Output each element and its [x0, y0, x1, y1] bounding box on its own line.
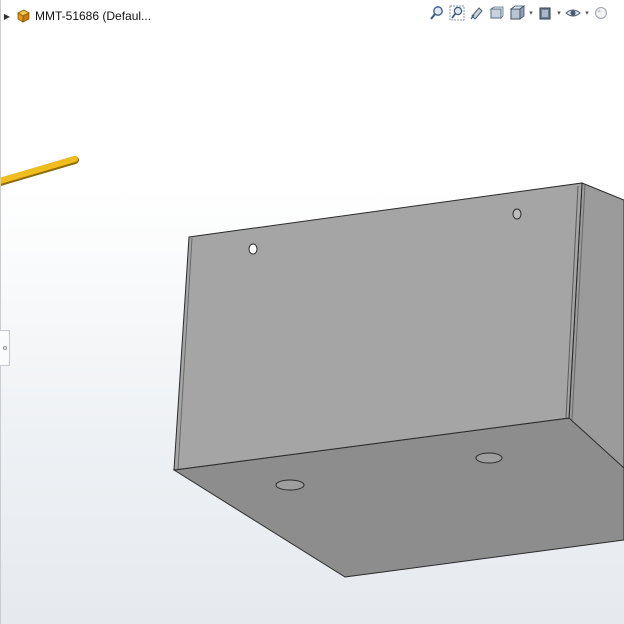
hide-show-items-icon[interactable] — [564, 4, 582, 22]
view-orientation-dropdown-icon[interactable]: ▾ — [528, 9, 534, 17]
graphics-viewport[interactable]: ▶ MMT-51686 (Defaul... ▾ ▾ ▾ — [0, 0, 624, 624]
mounting-hole[interactable] — [248, 243, 258, 255]
edit-appearance-icon[interactable] — [592, 4, 610, 22]
display-style-icon[interactable] — [536, 4, 554, 22]
panel-divider — [0, 0, 1, 624]
bottom-hole[interactable] — [475, 452, 503, 464]
collapse-handle-icon — [2, 346, 7, 350]
heads-up-view-toolbar: ▾ ▾ ▾ — [428, 3, 610, 23]
chevron-right-icon[interactable]: ▶ — [3, 12, 11, 21]
zoom-to-area-icon[interactable] — [448, 4, 466, 22]
feature-tree-flyout[interactable]: ▶ MMT-51686 (Defaul... — [3, 7, 151, 25]
panel-collapse-tab[interactable] — [0, 330, 10, 366]
document-title[interactable]: MMT-51686 (Defaul... — [35, 9, 151, 23]
part-document-icon — [15, 8, 31, 24]
display-style-dropdown-icon[interactable]: ▾ — [556, 9, 562, 17]
previous-view-icon[interactable] — [468, 4, 486, 22]
hide-show-dropdown-icon[interactable]: ▾ — [584, 9, 590, 17]
model-view[interactable] — [0, 0, 624, 624]
bottom-hole[interactable] — [275, 479, 305, 491]
zoom-to-fit-icon[interactable] — [428, 4, 446, 22]
view-orientation-icon[interactable] — [508, 4, 526, 22]
mounting-hole[interactable] — [512, 208, 522, 220]
triad-axis-line — [0, 156, 78, 184]
section-view-icon[interactable] — [488, 4, 506, 22]
